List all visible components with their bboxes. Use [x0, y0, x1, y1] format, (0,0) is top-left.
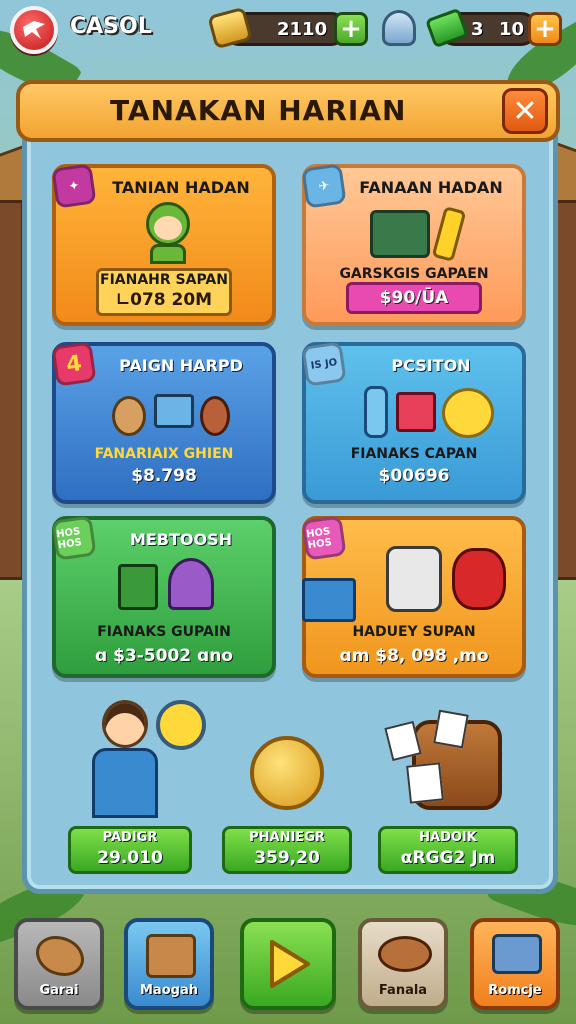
offer-title: FANAAN HADAN: [359, 178, 503, 197]
bell-icon[interactable]: [382, 10, 416, 46]
offer-badge-icon: ✦: [51, 163, 97, 209]
offer-price: $8.798: [131, 466, 197, 486]
offer-subtitle: FIANAKS CAPAN: [350, 446, 478, 462]
reward-label-2[interactable]: PHANIEGR 359,20: [222, 826, 352, 874]
machine-icon: [154, 394, 194, 428]
nav-button-maogah[interactable]: Maogah: [124, 918, 214, 1010]
nav-label: Garai: [39, 983, 79, 998]
reward-value: 29.010: [97, 848, 163, 868]
dog-icon: [452, 548, 506, 610]
character-icon: [140, 202, 196, 264]
nav-label: Fanala: [378, 983, 428, 998]
gold-bar-icon: [207, 6, 253, 50]
cash-stack-icon: [370, 210, 430, 258]
offer-card-2[interactable]: ✈ FANAAN HADAN GARSKGIS GAPAEN $90/ŪA: [301, 163, 526, 326]
offer-price: $90/ŪA: [379, 288, 449, 308]
close-button[interactable]: ✕: [502, 88, 548, 134]
play-button[interactable]: [240, 918, 336, 1010]
top-bar: CASOL 2110 + 3 10 +: [0, 0, 576, 60]
offer-card-1[interactable]: ✦ TANIAN HADAN FIANAHR SAPAN ∟078 20M: [51, 163, 276, 326]
nav-button-romcje[interactable]: Romcje: [470, 918, 560, 1010]
offer-badge-icon: HOS HOS: [51, 515, 97, 561]
reward-name: PHANIEGR: [249, 830, 325, 845]
smiley-icon: [442, 388, 494, 438]
game-logo-icon[interactable]: [10, 6, 58, 54]
nav-label: Maogah: [140, 983, 198, 998]
currency-gem-counter: 3 10: [424, 7, 538, 49]
nav-button-garai[interactable]: Garai: [14, 918, 104, 1010]
bear-icon: [200, 396, 230, 436]
offer-price: ɑ $3-5002 ɑno: [95, 646, 233, 666]
reward-name: HADOIK: [419, 830, 477, 845]
offer-price: ɑm $8, 098 ,mo: [339, 646, 489, 666]
card-icon: [433, 709, 469, 749]
offer-badge-icon: IS JO: [301, 341, 347, 387]
robot-icon: [386, 546, 442, 612]
background-hut-left: [0, 200, 24, 580]
nav-label: Romcje: [488, 983, 542, 998]
currency-ticket-value: 10: [499, 18, 525, 40]
add-gold-button[interactable]: +: [334, 12, 368, 46]
cart-icon: [302, 578, 356, 622]
offer-badge-icon: 4: [51, 341, 97, 387]
add-currency-button[interactable]: +: [528, 12, 562, 46]
drum-icon: [378, 936, 432, 972]
offer-badge-icon: ✈: [301, 163, 347, 209]
currency-gem-value: 3: [471, 18, 484, 40]
card-icon: [406, 762, 444, 804]
currency-gold-counter: 2110: [207, 6, 348, 50]
currency-gold-value: 2110: [277, 18, 328, 40]
offer-card-4[interactable]: IS JO PCSITON FIANAKS CAPAN $00696: [301, 341, 526, 504]
offer-price: ∟078 20M: [115, 290, 213, 310]
reward-value: αRGG2 Jm: [400, 848, 496, 868]
nav-button-fanala[interactable]: Fanala: [358, 918, 448, 1010]
offer-title: PAIGN HARPD: [119, 356, 243, 375]
offer-subtitle: GARSKGIS GAPAEN: [339, 266, 489, 282]
play-icon: [270, 940, 310, 988]
reward-label-1[interactable]: PADIGR 29.010: [68, 826, 192, 874]
monkey-icon: [112, 396, 146, 436]
spray-icon: [168, 558, 214, 610]
offer-title: TANIAN HADAN: [112, 178, 250, 197]
reward-name: PADIGR: [102, 830, 158, 845]
panel-title: TANAKAN HARIAN: [110, 94, 407, 127]
gold-coin-icon: [250, 736, 324, 810]
console-icon: [492, 934, 542, 974]
offer-subtitle: FANARIAIX GHIEN: [94, 446, 234, 462]
bag-icon: [396, 392, 436, 432]
offer-badge-icon: HOS HOS: [301, 515, 347, 561]
offer-card-5[interactable]: HOS HOS MEBTOOSH FIANAKS GUPAIN ɑ $3-500…: [51, 515, 276, 678]
panel-header: TANAKAN HARIAN ✕: [16, 80, 560, 142]
crate-icon: [118, 564, 158, 610]
cash-icon: [424, 7, 470, 49]
reward-value: 359,20: [254, 848, 320, 868]
bottle-icon: [364, 386, 388, 438]
offer-subtitle: FIANAKS GUPAIN: [97, 624, 231, 640]
bottle-icon: [431, 206, 467, 262]
reward-label-3[interactable]: HADOIK αRGG2 Jm: [378, 826, 518, 874]
offer-title: PCSITON: [391, 356, 471, 375]
game-logo-text: CASOL: [70, 14, 152, 39]
compass-icon: [156, 700, 206, 750]
chest-icon: [146, 934, 196, 978]
offer-subtitle: HADUEY SUPAN: [352, 624, 476, 640]
bread-icon: [36, 936, 84, 976]
offer-price: $00696: [378, 466, 450, 486]
offer-subtitle: FIANAHR SAPAN: [100, 272, 228, 288]
offer-title: MEBTOOSH: [129, 530, 233, 549]
offer-card-6[interactable]: HOS HOS HADUEY SUPAN ɑm $8, 098 ,mo: [301, 515, 526, 678]
boy-character-icon: [92, 700, 162, 820]
offer-card-3[interactable]: 4 PAIGN HARPD FANARIAIX GHIEN $8.798: [51, 341, 276, 504]
